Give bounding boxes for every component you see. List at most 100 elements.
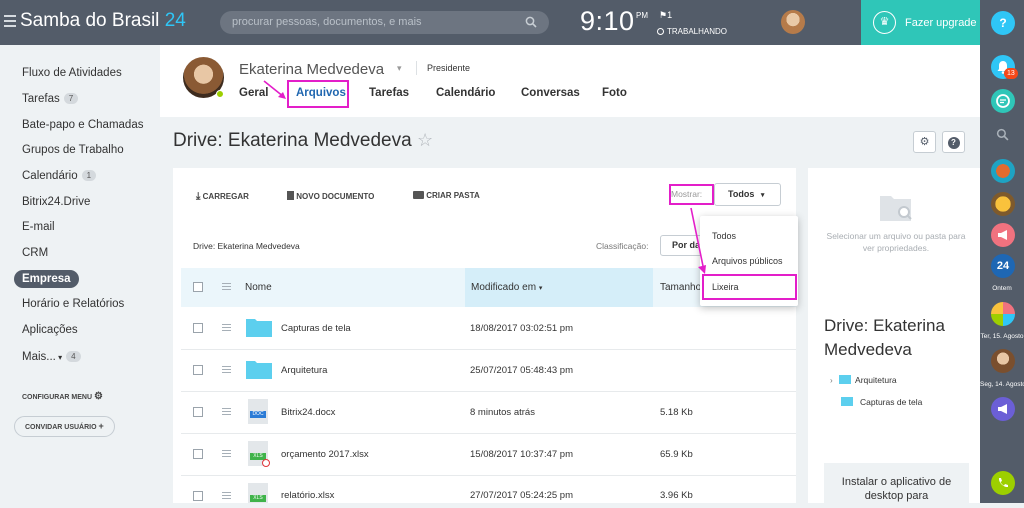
settings-button[interactable]: ⚙ [913, 131, 936, 153]
tab-tasks[interactable]: Tarefas [369, 87, 409, 99]
folder-icon[interactable] [246, 359, 272, 379]
chat-icon [996, 94, 1010, 108]
configure-menu-button[interactable]: CONFIGURAR MENU ⚙ [22, 391, 103, 402]
sidebar-item-calendar[interactable]: Calendário 1 [22, 170, 97, 182]
portal-logo[interactable]: Samba do Brasil 24 [20, 10, 186, 32]
column-size[interactable]: Tamanho [660, 282, 701, 293]
search-icon[interactable] [525, 16, 537, 28]
profile-position: Presidente [427, 63, 471, 73]
filter-option-public[interactable]: Arquivos públicos [712, 256, 783, 266]
file-badge: XLS [250, 495, 266, 502]
sidebar-item-more[interactable]: Mais... ▾ 4 [22, 351, 81, 363]
file-name[interactable]: Capturas de tela [281, 323, 351, 334]
crown-icon: ♛ [873, 11, 896, 34]
sidebar-item-label: Bitrix24.Drive [22, 196, 91, 208]
xlsx-icon[interactable]: XLS [248, 441, 270, 467]
breadcrumb[interactable]: Drive: Ekaterina Medvedeva [193, 241, 300, 251]
recent-caption: Ontem [992, 285, 1012, 292]
sidebar-item-label: Aplicações [22, 324, 78, 336]
sidebar-item-tasks[interactable]: Tarefas 7 [22, 93, 79, 105]
filter-option-all[interactable]: Todos [712, 231, 736, 241]
row-menu-icon[interactable] [222, 492, 231, 499]
file-size: 3.96 Kb [660, 490, 693, 501]
row-menu-icon[interactable] [222, 324, 231, 331]
sidebar-item-email[interactable]: E-mail [22, 221, 55, 233]
column-menu-icon[interactable] [222, 283, 231, 290]
flag-indicator[interactable]: ⚑1 [659, 10, 672, 21]
row-checkbox[interactable] [193, 491, 203, 501]
column-name[interactable]: Nome [245, 282, 272, 293]
star-icon[interactable]: ☆ [417, 130, 433, 150]
sidebar-item-groups[interactable]: Grupos de Trabalho [22, 144, 124, 156]
help-button[interactable]: ? [942, 131, 965, 153]
page-title: Drive: Ekaterina Medvedeva ☆ [173, 130, 433, 152]
sidebar-item-label: Fluxo de Atividades [22, 67, 122, 79]
help-button[interactable]: ? [991, 11, 1015, 35]
profile-name: Ekaterina Medvedeva [239, 61, 385, 78]
file-name[interactable]: relatório.xlsx [281, 490, 334, 501]
upload-button[interactable]: ⤓ CARREGAR [196, 191, 249, 202]
contact-avatar[interactable] [991, 349, 1015, 373]
megaphone-button[interactable] [991, 223, 1015, 247]
new-document-button[interactable]: NOVO DOCUMENTO [287, 191, 374, 201]
file-name[interactable]: orçamento 2017.xlsx [281, 449, 369, 460]
file-name[interactable]: Arquitetura [281, 365, 327, 376]
select-all-checkbox[interactable] [193, 282, 203, 292]
docx-icon[interactable]: DOC [248, 399, 268, 424]
chevron-down-icon[interactable]: ▾ [397, 63, 402, 74]
row-menu-icon[interactable] [222, 408, 231, 415]
sidebar-item-company[interactable]: Empresa [14, 270, 79, 288]
xlsx-icon[interactable]: XLS [248, 483, 268, 503]
call-button[interactable] [991, 471, 1015, 495]
sidebar-item-chat[interactable]: Bate-papo e Chamadas [22, 119, 143, 131]
megaphone-icon [998, 230, 1007, 240]
megaphone-button[interactable] [991, 397, 1015, 421]
row-checkbox[interactable] [193, 407, 203, 417]
new-folder-button[interactable]: CRIAR PASTA [413, 191, 480, 200]
sidebar-item-activity[interactable]: Fluxo de Atividades [22, 67, 122, 79]
tree-item[interactable]: › Arquitetura [830, 375, 897, 385]
search-icon[interactable] [996, 128, 1009, 141]
sidebar-item-applications[interactable]: Aplicações [22, 324, 78, 336]
sidebar-item-label: Mais... [22, 351, 56, 363]
row-menu-icon[interactable] [222, 450, 231, 457]
row-checkbox[interactable] [193, 323, 203, 333]
highlight-box [287, 80, 349, 108]
sidebar-item-label: Calendário [22, 170, 78, 182]
sidebar-count: 4 [66, 351, 81, 362]
row-checkbox[interactable] [193, 365, 203, 375]
file-name[interactable]: Bitrix24.docx [281, 407, 335, 418]
sidebar-item-time-reports[interactable]: Horário e Relatórios [22, 298, 124, 310]
row-checkbox[interactable] [193, 449, 203, 459]
sidebar-item-crm[interactable]: CRM [22, 247, 48, 259]
upgrade-button[interactable]: ♛ Fazer upgrade [861, 0, 980, 45]
folder-icon [413, 191, 424, 199]
contact-avatar[interactable] [991, 159, 1015, 183]
contact-avatar[interactable] [991, 192, 1015, 216]
row-menu-icon[interactable] [222, 366, 231, 373]
install-desktop-app-banner[interactable]: Instalar o aplicativo de desktop para [824, 463, 969, 508]
recent-caption: Seg, 14. Agosto [980, 381, 1024, 388]
invite-user-button[interactable]: CONVIDAR USUÁRIO + [14, 416, 115, 437]
user-avatar[interactable] [781, 10, 805, 34]
file-modified: 27/07/2017 05:24:25 pm [470, 490, 574, 501]
search-input[interactable]: procurar pessoas, documentos, e mais [220, 11, 549, 34]
tab-photo[interactable]: Foto [602, 87, 627, 99]
tree-item[interactable]: Capturas de tela [841, 397, 922, 407]
bitrix24-chat[interactable]: 24 [991, 254, 1015, 278]
clock-ampm: PM [636, 11, 648, 20]
tab-conversations[interactable]: Conversas [521, 87, 580, 99]
menu-icon[interactable] [4, 15, 16, 27]
sidebar-item-label: Empresa [22, 273, 71, 285]
sidebar-item-drive[interactable]: Bitrix24.Drive [22, 196, 90, 208]
clock-time[interactable]: 9:10 [580, 6, 635, 37]
folder-icon[interactable] [246, 317, 272, 337]
group-avatar[interactable] [991, 302, 1015, 326]
chat-button[interactable] [991, 89, 1015, 113]
tab-calendar[interactable]: Calendário [436, 87, 495, 99]
sidebar-count: 1 [81, 170, 97, 181]
column-modified[interactable]: Modificado em ▾ [471, 282, 542, 293]
work-status[interactable]: TRABALHANDO [657, 27, 727, 36]
filter-value: Todos [728, 189, 755, 199]
show-filter-select[interactable]: Todos ▾ [714, 183, 781, 206]
